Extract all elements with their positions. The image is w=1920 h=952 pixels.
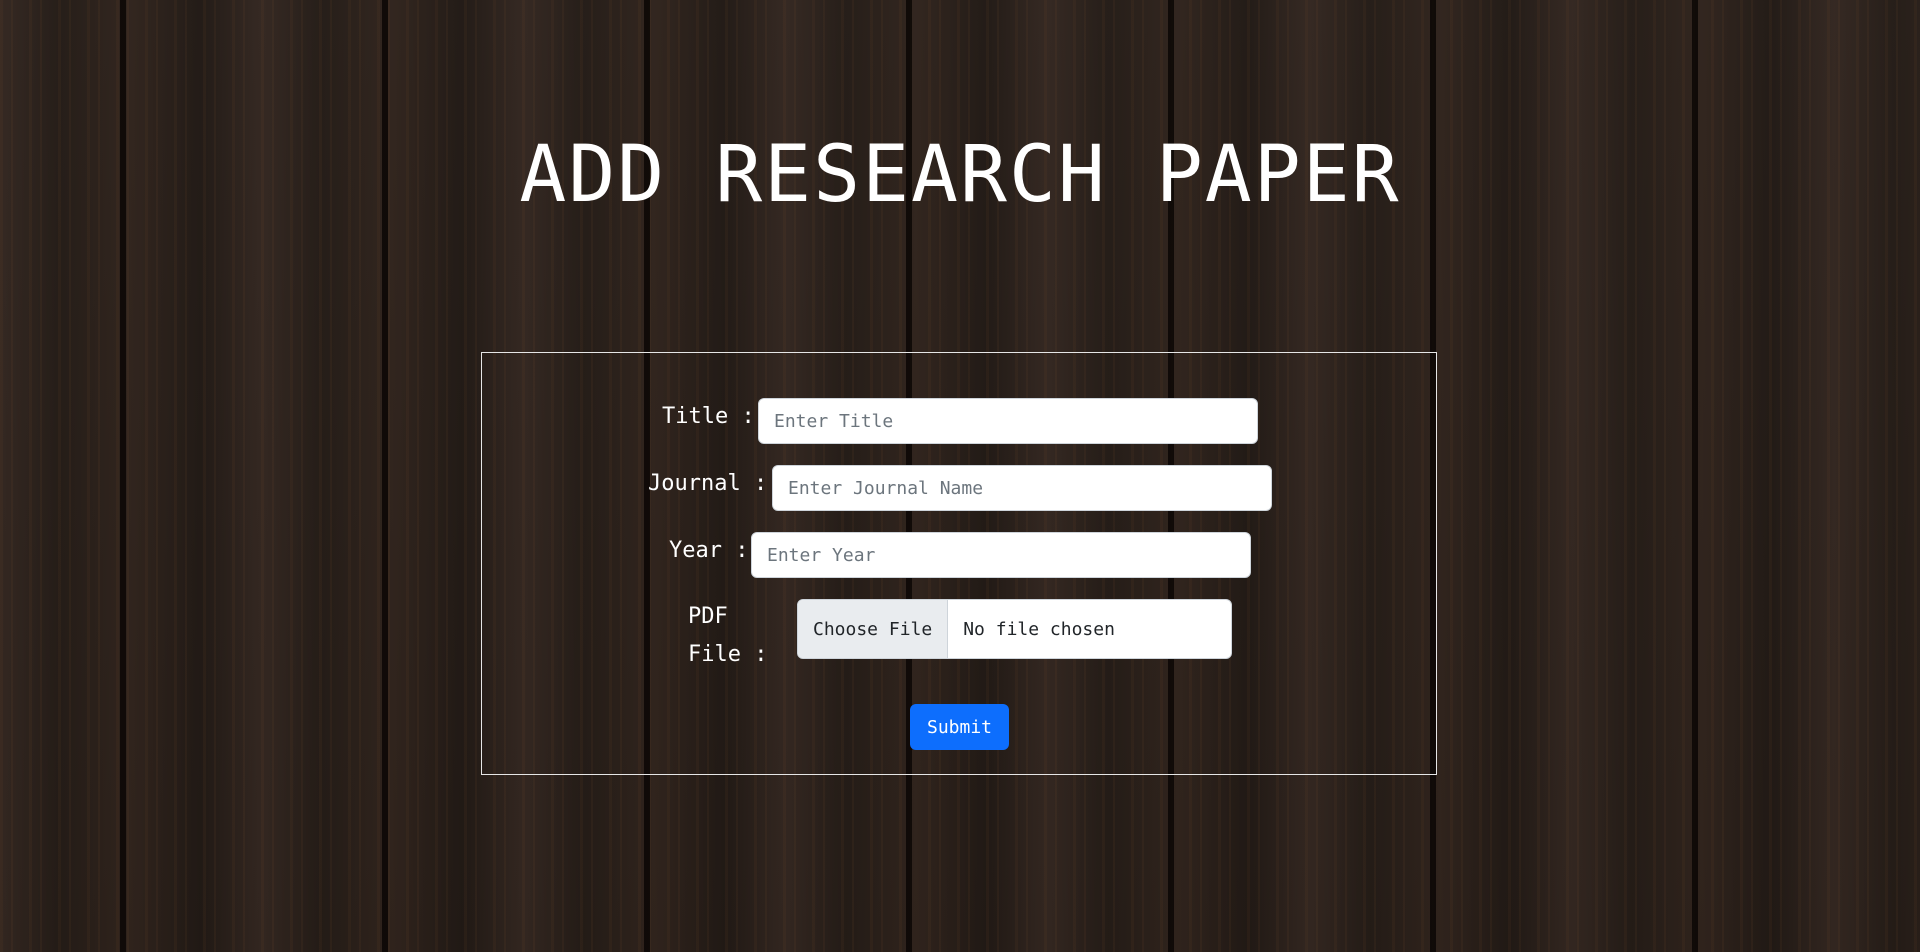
pdf-file-input[interactable]: Choose File No file chosen	[797, 599, 1232, 659]
title-input[interactable]	[758, 398, 1258, 444]
choose-file-button[interactable]: Choose File	[798, 600, 949, 658]
year-label: Year :	[669, 538, 749, 563]
pdf-label-line2: File :	[688, 642, 768, 667]
journal-label: Journal :	[648, 471, 768, 496]
file-status-text: No file chosen	[963, 618, 1115, 640]
page-title: ADD RESEARCH PAPER	[519, 130, 1401, 220]
year-input[interactable]	[751, 532, 1251, 578]
pdf-label-line1: PDF	[688, 604, 728, 629]
journal-input[interactable]	[772, 465, 1272, 511]
title-label: Title :	[662, 404, 755, 429]
submit-button[interactable]: Submit	[910, 704, 1009, 750]
